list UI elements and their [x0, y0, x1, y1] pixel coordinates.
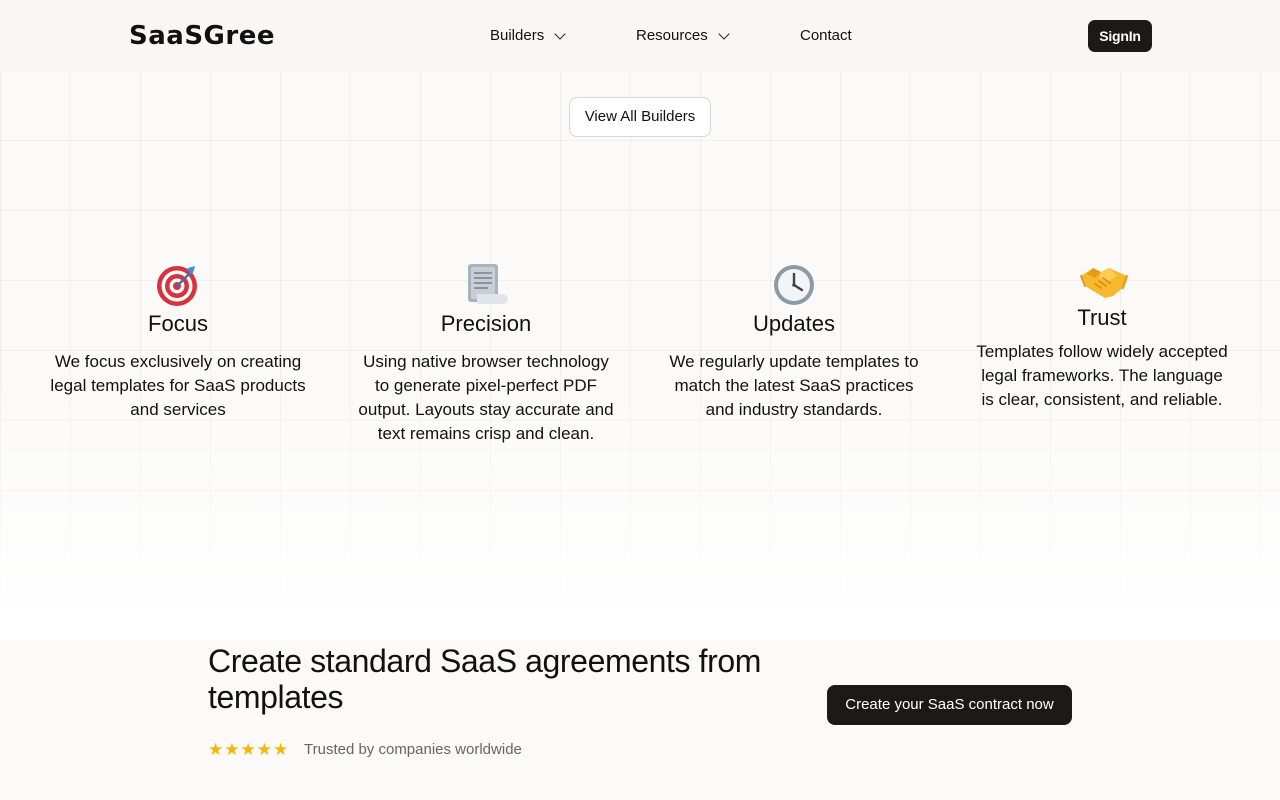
cta-heading: Create standard SaaS agreements from tem…: [208, 643, 762, 715]
page: SaaSGree Builders Resources Contact Sign…: [0, 0, 1280, 800]
nav-item-builders[interactable]: Builders: [490, 24, 566, 48]
star-icon: ★: [273, 740, 289, 760]
feature-description: Templates follow widely accepted legal f…: [976, 342, 1228, 409]
feature-focus: Focus We focus exclusively on creating l…: [33, 262, 323, 422]
nav-item-label: Contact: [800, 27, 852, 44]
nav-item-label: Resources: [636, 27, 708, 44]
feature-title: Precision: [440, 311, 532, 336]
star-icon: ★: [256, 740, 272, 760]
nav-item-label: Builders: [490, 27, 545, 44]
create-contract-button[interactable]: Create your SaaS contract now: [827, 685, 1072, 725]
star-icon: ★: [208, 740, 224, 760]
feature-description: Using native browser technology to gener…: [358, 352, 614, 443]
feature-description: We focus exclusively on creating legal t…: [50, 352, 306, 419]
clock-icon: [771, 262, 817, 308]
trusted-text: Trusted by companies worldwide: [304, 741, 522, 758]
nav-item-contact[interactable]: Contact: [800, 24, 852, 48]
target-icon: [155, 262, 201, 308]
signin-button[interactable]: SignIn: [1088, 20, 1152, 52]
site-header: SaaSGree Builders Resources Contact Sign…: [0, 0, 1280, 72]
chevron-down-icon: [554, 28, 566, 40]
view-all-builders-button[interactable]: View All Builders: [569, 97, 711, 137]
document-icon: [463, 262, 509, 308]
brand-logo[interactable]: SaaSGree: [129, 20, 275, 52]
star-icon: ★: [240, 740, 256, 760]
feature-title: Trust: [1077, 305, 1127, 330]
feature-trust: Trust Templates follow widely accepted l…: [957, 262, 1247, 412]
star-icon: ★: [224, 740, 240, 760]
feature-precision: Precision Using native browser technolog…: [341, 262, 631, 446]
handshake-icon: [1079, 262, 1128, 302]
nav-item-resources[interactable]: Resources: [636, 24, 730, 48]
feature-description: We regularly update templates to match t…: [669, 352, 919, 419]
feature-title: Updates: [753, 311, 835, 336]
chevron-down-icon: [718, 28, 730, 40]
feature-updates: Updates We regularly update templates to…: [649, 262, 939, 422]
rating-stars: ★ ★ ★ ★ ★: [208, 741, 288, 759]
feature-title: Focus: [148, 311, 208, 336]
